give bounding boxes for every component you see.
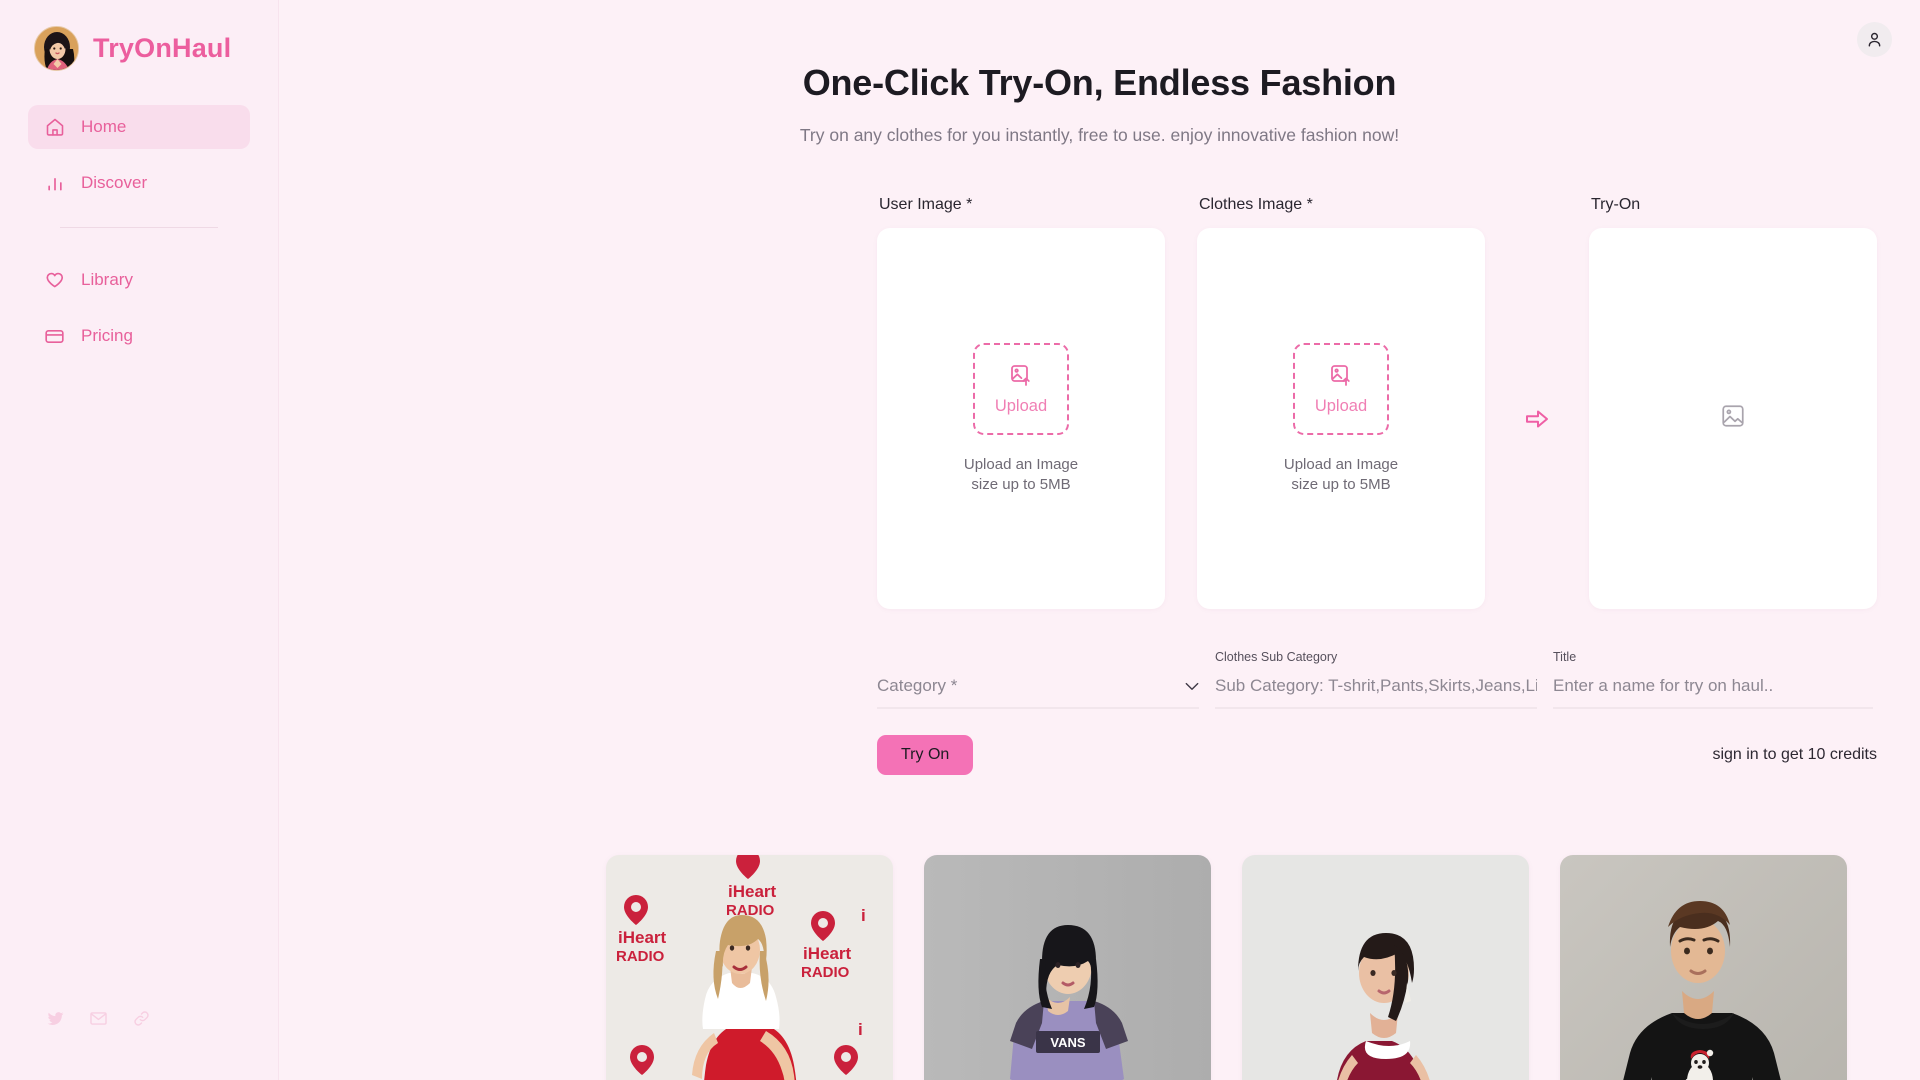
sidebar-item-label: Library xyxy=(81,270,133,289)
hero-section: One-Click Try-On, Endless Fashion Try on… xyxy=(279,0,1920,146)
clothes-image-dropzone-card[interactable]: Upload Upload an Image size up to 5MB xyxy=(1197,228,1485,609)
clothes-image-hint-line2: size up to 5MB xyxy=(1291,475,1391,493)
clothes-image-panel: Clothes Image * Upload Upload an Image s… xyxy=(1197,196,1485,609)
tryon-form: Category * Clothes Sub Category Sub Cate… xyxy=(877,650,1873,709)
category-value-row: Category * xyxy=(877,674,1199,698)
app-root: TryOnHaul Home Discover Library Pricing … xyxy=(0,0,1920,1080)
user-image-label: User Image * xyxy=(879,196,973,213)
sidebar: TryOnHaul Home Discover Library Pricing xyxy=(0,0,279,1080)
gallery-card[interactable] xyxy=(1560,855,1847,1080)
category-select[interactable]: Category * xyxy=(877,650,1199,709)
title-field[interactable]: Title Enter a name for try on haul.. xyxy=(1553,650,1873,709)
woman-illustration-avatar xyxy=(34,26,79,71)
image-upload-icon xyxy=(1009,363,1033,392)
user-avatar-icon[interactable] xyxy=(1857,22,1892,57)
user-image-upload-label: Upload xyxy=(994,396,1048,415)
clothes-image-label: Clothes Image * xyxy=(1199,196,1313,213)
svg-text:iHeart: iHeart xyxy=(618,928,667,947)
gallery-card[interactable] xyxy=(1242,855,1529,1080)
sidebar-item-library[interactable]: Library xyxy=(28,258,250,302)
brand-logo[interactable]: TryOnHaul xyxy=(0,0,278,71)
sub-category-placeholder: Sub Category: T-shrit,Pants,Skirts,Jeans… xyxy=(1215,676,1537,695)
gallery-card[interactable]: iHeart RADIO iHeart RADIO iHeart RADIO i… xyxy=(606,855,893,1080)
user-image-hint-line2: size up to 5MB xyxy=(971,475,1071,493)
svg-text:RADIO: RADIO xyxy=(616,948,665,965)
link-icon[interactable] xyxy=(132,1009,151,1028)
page-title: One-Click Try-On, Endless Fashion xyxy=(802,62,1397,103)
image-placeholder-icon xyxy=(1720,403,1746,434)
twitter-icon[interactable] xyxy=(46,1009,65,1028)
page-subtitle: Try on any clothes for you instantly, fr… xyxy=(799,125,1400,145)
user-image-hint: Upload an Image size up to 5MB xyxy=(964,455,1078,493)
svg-text:iHeart: iHeart xyxy=(803,944,852,963)
mail-icon[interactable] xyxy=(89,1009,108,1028)
example-gallery: iHeart RADIO iHeart RADIO iHeart RADIO i… xyxy=(606,855,1847,1080)
credits-notice[interactable]: sign in to get 10 credits xyxy=(1712,746,1877,764)
title-placeholder: Enter a name for try on haul.. xyxy=(1553,676,1774,695)
tryon-result-card[interactable] xyxy=(1589,228,1877,609)
clothes-image-hint: Upload an Image size up to 5MB xyxy=(1284,455,1398,493)
clothes-image-upload-label: Upload xyxy=(1314,396,1368,415)
tryon-result-panel: Try-On xyxy=(1589,196,1877,609)
user-image-upload-dropzone[interactable]: Upload xyxy=(973,343,1069,436)
credit-card-icon xyxy=(44,326,65,347)
svg-text:VANS: VANS xyxy=(1050,1035,1085,1050)
tryon-result-label: Try-On xyxy=(1591,196,1641,213)
user-image-dropzone-card[interactable]: Upload Upload an Image size up to 5MB xyxy=(877,228,1165,609)
sidebar-item-label: Pricing xyxy=(81,326,133,345)
svg-text:iHeart: iHeart xyxy=(728,882,777,901)
svg-text:i: i xyxy=(858,1020,863,1039)
sidebar-item-discover[interactable]: Discover xyxy=(28,161,250,205)
home-icon xyxy=(44,117,65,138)
sidebar-item-label: Home xyxy=(81,117,127,136)
sidebar-item-pricing[interactable]: Pricing xyxy=(28,314,250,358)
main-content: One-Click Try-On, Endless Fashion Try on… xyxy=(279,0,1920,1080)
brand-name: TryOnHaul xyxy=(93,33,232,63)
clothes-image-upload-dropzone[interactable]: Upload xyxy=(1293,343,1389,436)
user-image-hint-line1: Upload an Image xyxy=(963,456,1079,474)
category-value: Category * xyxy=(877,676,958,695)
title-label: Title xyxy=(1553,650,1577,664)
svg-text:i: i xyxy=(861,906,866,925)
gallery-card[interactable]: VANS xyxy=(924,855,1211,1080)
sidebar-item-home[interactable]: Home xyxy=(28,105,250,149)
bar-chart-icon xyxy=(44,173,65,194)
sidebar-social-links xyxy=(46,1009,151,1028)
sub-category-field[interactable]: Clothes Sub Category Sub Category: T-shr… xyxy=(1215,650,1537,709)
image-upload-icon xyxy=(1329,363,1353,392)
sidebar-item-label: Discover xyxy=(81,173,148,192)
clothes-image-hint-line1: Upload an Image xyxy=(1283,456,1399,474)
sub-category-label: Clothes Sub Category xyxy=(1215,650,1338,664)
sidebar-nav: Home Discover Library Pricing xyxy=(0,105,278,358)
chevron-down-icon xyxy=(1185,679,1199,693)
svg-text:RADIO: RADIO xyxy=(801,964,850,981)
user-image-panel: User Image * Upload Upload an Image size… xyxy=(877,196,1165,609)
try-on-button[interactable]: Try On xyxy=(877,735,974,775)
tryon-panels: User Image * Upload Upload an Image size… xyxy=(877,196,1877,609)
arrow-right-icon xyxy=(1485,228,1589,609)
sidebar-divider xyxy=(60,227,218,228)
heart-icon xyxy=(44,270,65,291)
form-actions: Try On sign in to get 10 credits xyxy=(877,735,1877,775)
